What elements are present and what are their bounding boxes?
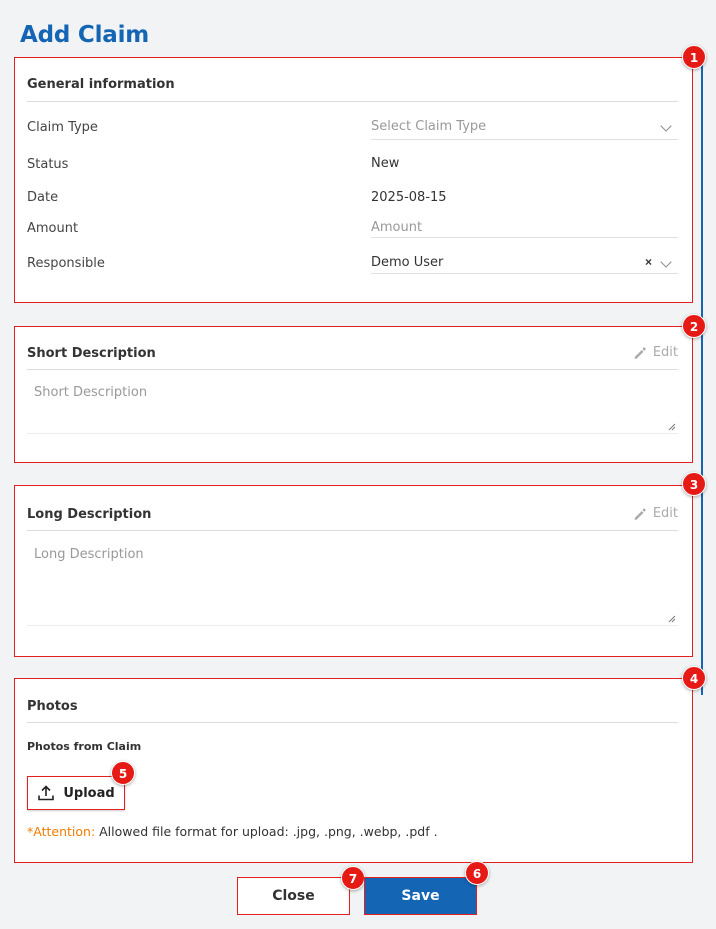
save-label: Save <box>401 888 440 904</box>
save-button[interactable]: Save <box>364 877 477 915</box>
short-description-edit-button[interactable]: Edit <box>633 345 678 360</box>
annotation-badge-5: 5 <box>111 761 135 785</box>
divider <box>27 433 678 434</box>
claim-type-select[interactable]: Select Claim Type <box>371 114 678 140</box>
photos-title: Photos <box>27 699 78 714</box>
annotation-badge-2: 2 <box>682 314 706 338</box>
long-description-panel: Long Description Edit Long Description <box>14 485 693 657</box>
long-description-title: Long Description <box>27 507 152 522</box>
short-description-placeholder: Short Description <box>34 385 148 400</box>
responsible-underline <box>371 273 678 274</box>
scrollbar[interactable] <box>701 57 703 695</box>
responsible-value: Demo User <box>371 255 444 270</box>
close-label: Close <box>272 888 315 904</box>
chevron-down-icon <box>660 120 672 132</box>
annotation-badge-1: 1 <box>682 45 706 69</box>
long-description-edit-button[interactable]: Edit <box>633 506 678 521</box>
long-description-textarea[interactable]: Long Description <box>27 531 678 625</box>
amount-input[interactable]: Amount <box>371 220 422 235</box>
date-label: Date <box>27 190 59 205</box>
clear-icon[interactable]: × <box>645 255 652 269</box>
general-information-panel: General information Claim Type Select Cl… <box>14 57 693 303</box>
amount-underline <box>371 237 678 238</box>
pencil-icon <box>634 507 646 520</box>
responsible-label: Responsible <box>27 256 105 271</box>
short-description-panel: Short Description Edit Short Description <box>14 326 693 463</box>
claim-type-underline <box>371 139 678 140</box>
resize-handle-icon[interactable] <box>668 423 676 431</box>
status-label: Status <box>27 157 69 172</box>
close-button[interactable]: Close <box>237 877 350 915</box>
annotation-badge-6: 6 <box>465 861 489 885</box>
divider <box>27 625 678 626</box>
amount-label: Amount <box>27 221 79 236</box>
general-information-title: General information <box>27 77 175 92</box>
upload-button[interactable]: Upload <box>27 776 125 810</box>
annotation-badge-7: 7 <box>341 866 365 890</box>
claim-type-label: Claim Type <box>27 120 98 135</box>
photos-from-claim-label: Photos from Claim <box>27 740 142 753</box>
annotation-badge-3: 3 <box>682 472 706 496</box>
upload-icon <box>38 785 55 801</box>
divider <box>27 722 678 723</box>
attention-text: Allowed file format for upload: .jpg, .p… <box>95 824 438 839</box>
page-title: Add Claim <box>20 22 150 48</box>
attention-note: *Attention: Allowed file format for uplo… <box>27 824 438 839</box>
divider <box>27 101 678 102</box>
resize-handle-icon[interactable] <box>668 615 676 623</box>
short-description-textarea[interactable]: Short Description <box>27 370 678 433</box>
chevron-down-icon <box>660 256 672 268</box>
long-description-placeholder: Long Description <box>34 547 144 562</box>
edit-label: Edit <box>652 345 678 360</box>
upload-label: Upload <box>63 785 115 801</box>
edit-label: Edit <box>652 506 678 521</box>
annotation-badge-4: 4 <box>682 666 706 690</box>
claim-type-placeholder: Select Claim Type <box>371 119 487 134</box>
attention-label: *Attention: <box>27 824 96 839</box>
status-value: New <box>371 156 400 171</box>
short-description-title: Short Description <box>27 346 156 361</box>
pencil-icon <box>634 346 646 359</box>
date-value[interactable]: 2025-08-15 <box>371 190 447 205</box>
